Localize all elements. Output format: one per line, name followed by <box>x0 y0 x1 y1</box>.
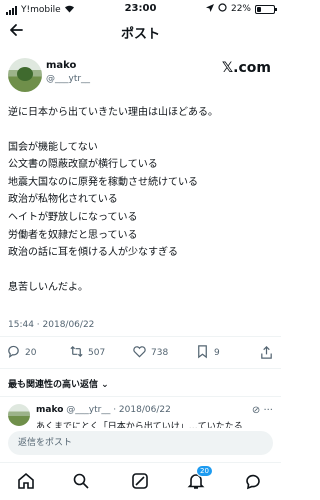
reply-icon <box>6 344 21 362</box>
like-count: 738 <box>151 348 169 358</box>
home-icon[interactable] <box>14 469 38 493</box>
reply-input[interactable] <box>8 431 273 455</box>
tweet-timestamp[interactable]: 15:44 · 2018/06/22 <box>8 320 94 330</box>
more-icon[interactable]: ··· <box>263 405 273 416</box>
bookmark-count: 9 <box>214 348 220 358</box>
nav-bar: ポスト <box>0 20 281 46</box>
grok-icon[interactable] <box>128 469 152 493</box>
tweet-line: 労働者を奴隷だと思っている <box>8 229 138 241</box>
tweet-intro: 逆に日本から出ていきたい理由は山ほどある。 <box>8 107 218 118</box>
reply-author-name: mako <box>36 405 64 415</box>
status-right: 22% <box>205 3 277 15</box>
divider <box>0 368 281 369</box>
notifications-badge: 20 <box>196 465 213 477</box>
reply-menu-icons[interactable]: ⊘ ··· <box>252 405 273 416</box>
divider <box>0 336 281 337</box>
reply-button[interactable]: 20 <box>6 344 69 362</box>
tweet-actions: 20 507 738 9 <box>6 344 276 362</box>
divider <box>0 396 281 397</box>
tweet-author: mako @___ytr__ 𝕏.com <box>8 58 273 94</box>
tweet-line: 政治が私物化されている <box>8 194 118 206</box>
tweet-closing: 息苦しいんだよ。 <box>8 281 88 293</box>
tweet-line: 国会が機能してない <box>8 141 98 153</box>
battery-percent: 22% <box>230 4 251 14</box>
reply-meta: mako @___ytr__ · 2018/06/22 <box>36 405 171 415</box>
reply-author-handle: @___ytr__ <box>66 405 111 415</box>
bookmark-icon <box>195 344 210 362</box>
tweet-body: 逆に日本から出ていきたい理由は山ほどある。 国会が機能してない 公文書の隠蔽改竄… <box>8 104 273 296</box>
replies-sort-dropdown[interactable]: 最も関連性の高い返信 ⌄ <box>8 377 109 390</box>
grok-icon[interactable]: ⊘ <box>252 405 260 416</box>
tweet-line: 政治の話に耳を傾ける人が少なすぎる <box>8 247 178 259</box>
bottom-tab-bar: 20 <box>0 462 281 497</box>
battery-icon <box>255 4 277 14</box>
retweet-icon <box>69 344 84 362</box>
retweet-count: 507 <box>88 348 106 358</box>
reply-composer <box>0 428 281 458</box>
page-title: ポスト <box>120 27 160 42</box>
heart-icon <box>132 344 147 362</box>
status-bar: Y!mobile 23:00 22% <box>0 0 281 18</box>
tweet-line: 公文書の隠蔽改竄が横行している <box>8 159 158 171</box>
search-icon[interactable] <box>69 469 93 493</box>
share-icon[interactable] <box>259 345 274 363</box>
reply-date: · 2018/06/22 <box>113 405 171 415</box>
notifications-icon[interactable]: 20 <box>184 465 213 493</box>
x-logo: 𝕏.com <box>221 60 271 76</box>
tweet-line: 地震大国なのに原発を稼動させ続けている <box>8 176 198 188</box>
author-handle[interactable]: @___ytr__ <box>46 74 90 84</box>
location-icon <box>205 3 214 15</box>
alarm-icon <box>218 3 227 15</box>
bookmark-button[interactable]: 9 <box>195 344 258 362</box>
reply-count: 20 <box>25 348 37 358</box>
tweet-line: ヘイトが野放しになっている <box>8 211 138 223</box>
like-button[interactable]: 738 <box>132 344 195 362</box>
author-name[interactable]: mako <box>46 60 76 71</box>
avatar[interactable] <box>8 58 42 92</box>
retweet-button[interactable]: 507 <box>69 344 132 362</box>
messages-icon[interactable] <box>241 469 265 493</box>
avatar[interactable] <box>8 404 30 426</box>
